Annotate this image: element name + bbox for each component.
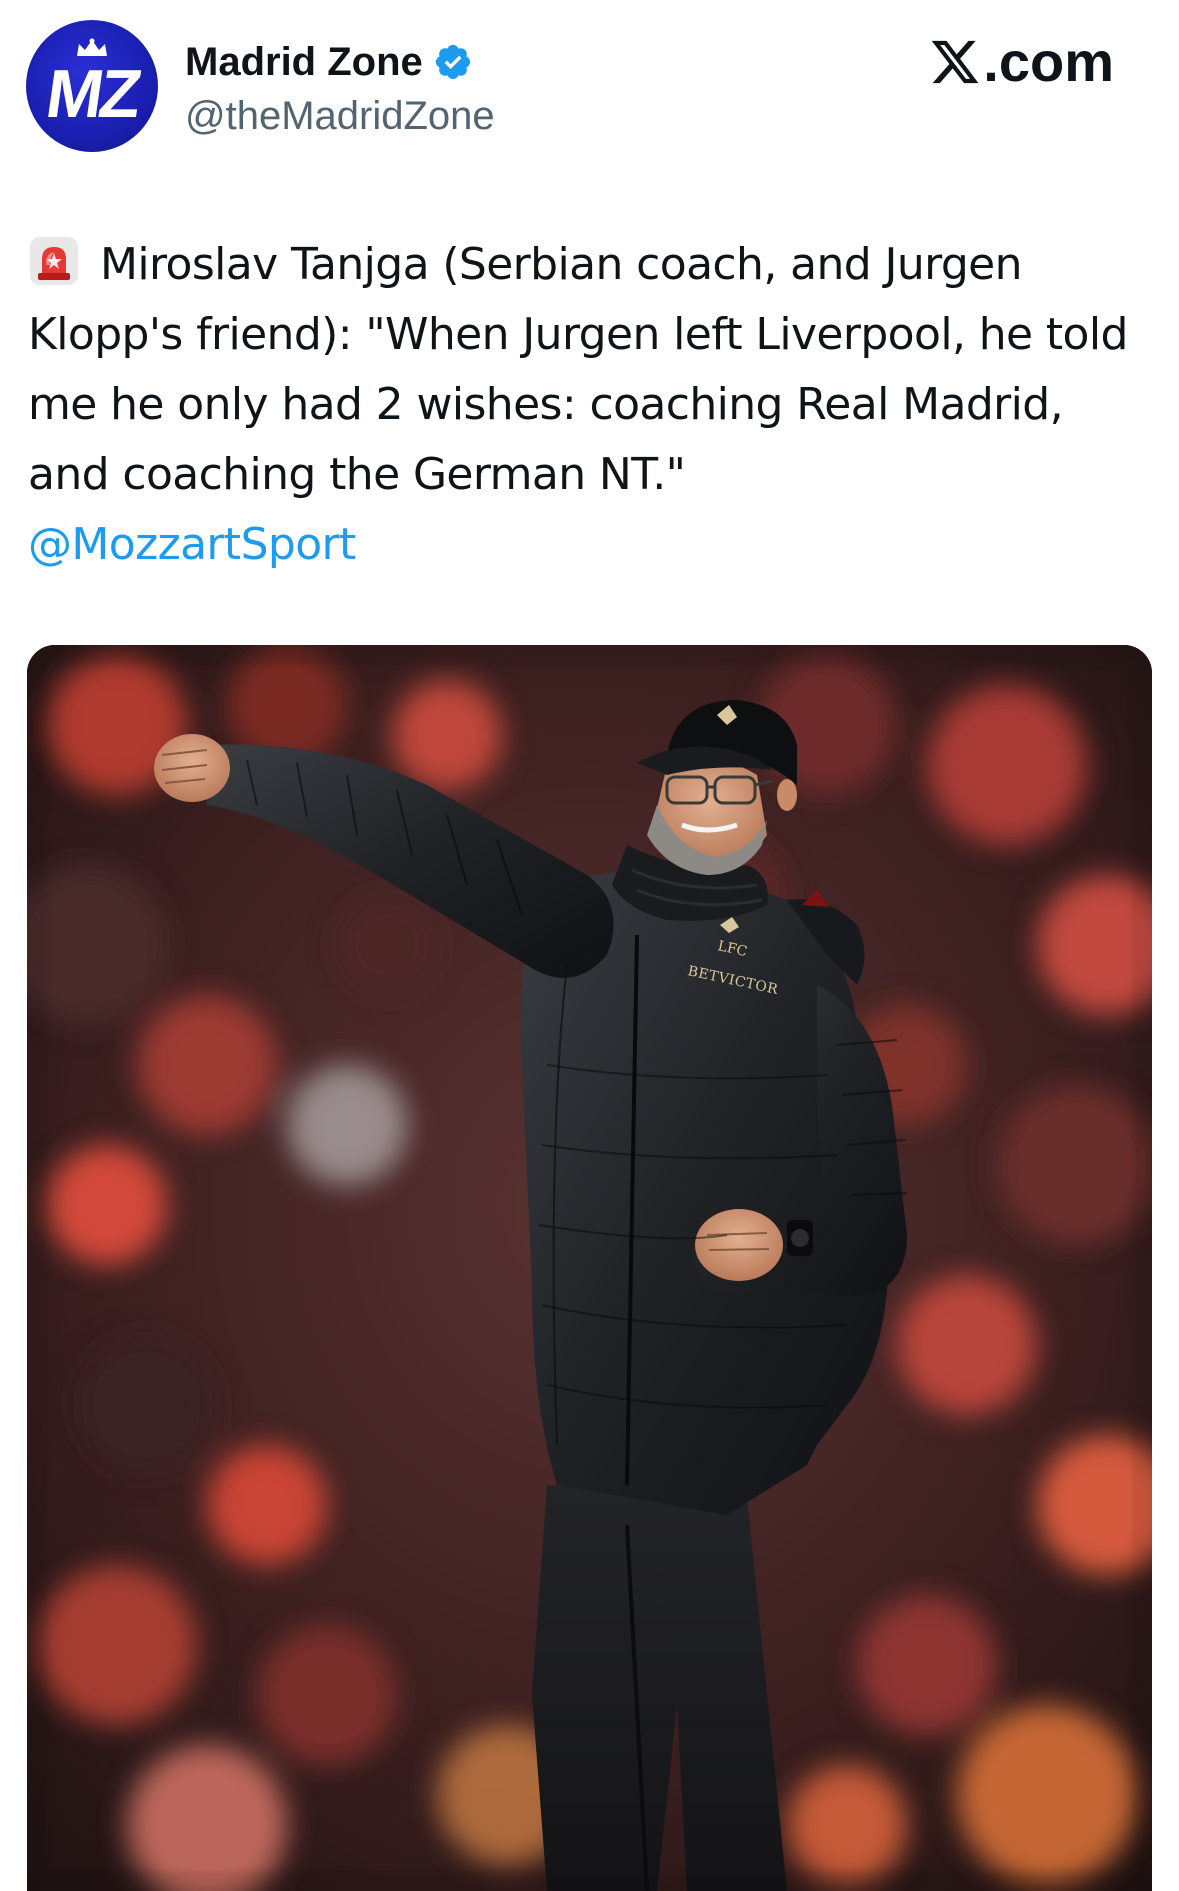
x-domain-label: .com (983, 30, 1114, 93)
photo-illustration: LFC BETVICTOR (27, 645, 1152, 1891)
x-logo-icon (932, 40, 979, 84)
tweet-photo[interactable]: LFC BETVICTOR (27, 645, 1152, 1891)
mention-link[interactable]: @MozzartSport (28, 510, 356, 580)
avatar[interactable]: MZ (26, 20, 158, 152)
police-light-emoji-icon (30, 237, 78, 285)
author-display-name[interactable]: Madrid Zone (185, 38, 423, 86)
x-brand: .com (929, 30, 1114, 94)
tweet-body: Miroslav Tanjga (Serbian coach, and Jurg… (28, 230, 1148, 510)
author-handle[interactable]: @theMadridZone (185, 92, 495, 140)
crown-icon (77, 38, 107, 56)
author-name[interactable]: Madrid Zone (185, 38, 473, 86)
tweet-text: Miroslav Tanjga (Serbian coach, and Jurg… (28, 239, 1128, 500)
avatar-monogram: MZ (41, 56, 143, 132)
verified-badge-icon (435, 44, 470, 80)
